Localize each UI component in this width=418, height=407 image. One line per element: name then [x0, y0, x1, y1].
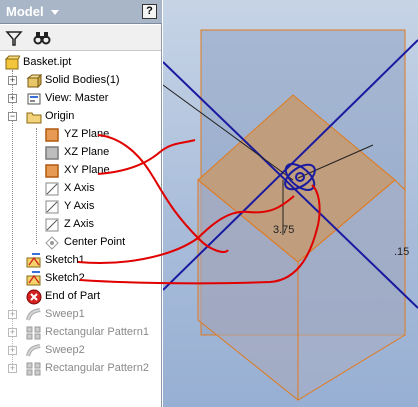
- tree-item-label: Z Axis: [64, 218, 94, 230]
- tree-item-label: Origin: [45, 110, 75, 122]
- view-icon: [27, 93, 41, 105]
- axis-icon: [45, 200, 59, 214]
- solid-bodies-icon: [26, 73, 42, 89]
- dimension-value[interactable]: .15: [394, 246, 409, 258]
- tree-item-label: Rectangular Pattern2: [45, 362, 149, 374]
- tree-item-rectangular-pattern1[interactable]: + Rectangular Pattern1: [0, 324, 161, 342]
- tree-item-label: XY Plane: [64, 164, 110, 176]
- collapse-icon[interactable]: −: [8, 112, 17, 121]
- model-scene[interactable]: [163, 0, 418, 407]
- expand-icon[interactable]: +: [8, 364, 17, 373]
- tree-item-label: Sweep2: [45, 344, 85, 356]
- tree-item-sweep1[interactable]: + Sweep1: [0, 306, 161, 324]
- chevron-down-icon[interactable]: [51, 10, 59, 15]
- tree-item-sketch1[interactable]: Sketch1: [0, 252, 161, 270]
- dimension-value[interactable]: 3.75: [273, 224, 294, 236]
- end-of-part-icon: [26, 289, 42, 305]
- filter-button[interactable]: [5, 29, 23, 47]
- tree-item-label: Rectangular Pattern1: [45, 326, 149, 338]
- tree-item-label: Sketch1: [45, 254, 85, 266]
- tree-root[interactable]: Basket.ipt: [0, 54, 161, 72]
- tree-item-solid-bodies[interactable]: + Solid Bodies(1): [0, 72, 161, 90]
- tree-item-end-of-part[interactable]: End of Part: [0, 288, 161, 306]
- expand-icon[interactable]: +: [8, 94, 17, 103]
- panel-header: Model ?: [0, 0, 162, 24]
- axis-icon: [45, 182, 59, 196]
- tree-item-y-axis[interactable]: Y Axis: [0, 198, 161, 216]
- filter-icon: [5, 31, 23, 46]
- help-button[interactable]: ?: [142, 4, 157, 19]
- tree-item-label: End of Part: [45, 290, 101, 302]
- tree-item-origin[interactable]: − Origin: [0, 108, 161, 126]
- tree-item-sweep2[interactable]: + Sweep2: [0, 342, 161, 360]
- tree-item-center-point[interactable]: Center Point: [0, 234, 161, 252]
- sweep-icon: [26, 344, 41, 357]
- tree-root-label: Basket.ipt: [23, 56, 72, 68]
- tree-item-sketch2[interactable]: Sketch2: [0, 270, 161, 288]
- tree-item-label: Sketch2: [45, 272, 85, 284]
- tree-item-label: Y Axis: [64, 200, 95, 212]
- tree-item-rectangular-pattern2[interactable]: + Rectangular Pattern2: [0, 360, 161, 378]
- pattern-icon: [26, 326, 41, 340]
- binoculars-icon: [33, 32, 51, 45]
- tree-item-label: XZ Plane: [64, 146, 110, 158]
- expand-icon[interactable]: +: [8, 310, 17, 319]
- axis-icon: [45, 218, 59, 232]
- plane-icon: [45, 128, 59, 142]
- expand-icon[interactable]: +: [8, 76, 17, 85]
- point-icon: [45, 236, 59, 250]
- tree-item-label: Solid Bodies(1): [45, 74, 120, 86]
- sweep-icon: [26, 308, 41, 321]
- tree-item-label: YZ Plane: [64, 128, 110, 140]
- tree-item-xz-plane[interactable]: XZ Plane: [0, 144, 161, 162]
- plane-icon: [45, 146, 59, 160]
- tree-item-view-master[interactable]: + View: Master: [0, 90, 161, 108]
- sketch-icon: [26, 271, 41, 286]
- part-icon: [4, 55, 20, 70]
- pattern-icon: [26, 362, 41, 376]
- model-tree: Basket.ipt + Solid Bodies(1) + View: Mas…: [0, 52, 161, 407]
- tree-item-label: Sweep1: [45, 308, 85, 320]
- tree-item-x-axis[interactable]: X Axis: [0, 180, 161, 198]
- plane-icon: [45, 164, 59, 178]
- tree-item-label: View: Master: [45, 92, 109, 104]
- sketch-icon: [26, 253, 41, 268]
- browser-toolbar: [0, 25, 161, 51]
- tree-item-label: X Axis: [64, 182, 95, 194]
- expand-icon[interactable]: +: [8, 328, 17, 337]
- tree-item-xy-plane[interactable]: XY Plane: [0, 162, 161, 180]
- tree-item-z-axis[interactable]: Z Axis: [0, 216, 161, 234]
- tree-item-label: Center Point: [64, 236, 126, 248]
- panel-title[interactable]: Model: [6, 4, 44, 19]
- folder-icon: [26, 112, 42, 124]
- find-button[interactable]: [33, 29, 51, 47]
- model-browser-panel: Model ? Basket.ipt + Solid Bodies(1) + V…: [0, 0, 162, 407]
- expand-icon[interactable]: +: [8, 346, 17, 355]
- tree-item-yz-plane[interactable]: YZ Plane: [0, 126, 161, 144]
- graphics-viewport[interactable]: 3.75 .15: [163, 0, 418, 407]
